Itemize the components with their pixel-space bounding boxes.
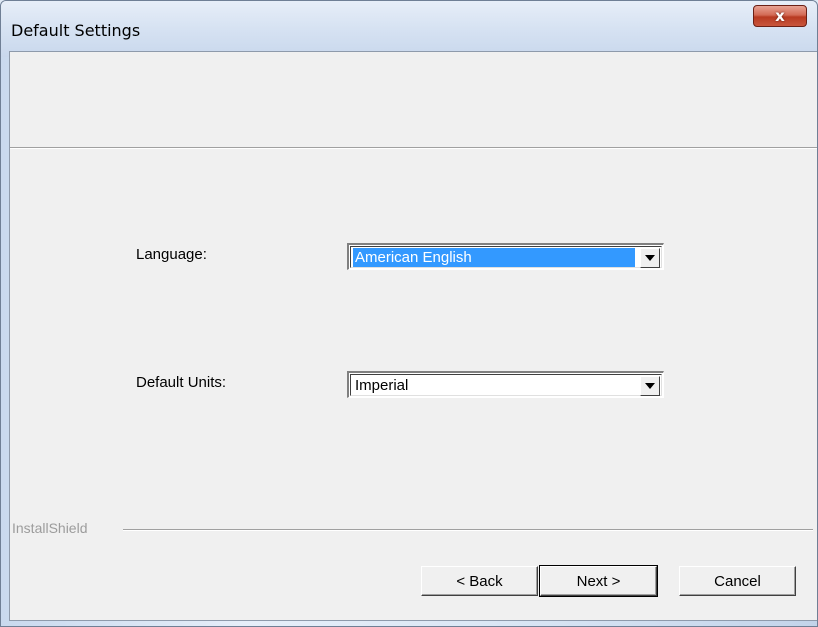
header-divider: [10, 148, 817, 149]
header-panel: [10, 52, 817, 148]
footer-divider: [123, 529, 813, 531]
next-button[interactable]: Next >: [539, 565, 658, 597]
dialog-body: Language: American English Default Units…: [9, 51, 817, 621]
language-dropdown-button[interactable]: [640, 248, 660, 268]
installshield-brand: InstallShield: [12, 520, 88, 536]
units-select[interactable]: Imperial: [347, 371, 664, 398]
chevron-down-icon: [645, 383, 655, 389]
cancel-button[interactable]: Cancel: [679, 566, 796, 596]
title-bar[interactable]: Default Settings x: [1, 1, 817, 57]
language-label: Language:: [136, 246, 207, 263]
back-button[interactable]: < Back: [421, 566, 538, 596]
language-select-value: American English: [353, 248, 635, 267]
close-icon: x: [775, 6, 785, 25]
dialog-window: Default Settings x Language: American En…: [0, 0, 818, 627]
close-button[interactable]: x: [753, 5, 807, 27]
language-select[interactable]: American English: [347, 243, 664, 270]
units-select-value: Imperial: [355, 377, 409, 394]
units-label: Default Units:: [136, 374, 227, 391]
units-dropdown-button[interactable]: [640, 376, 660, 396]
window-title: Default Settings: [11, 21, 141, 40]
chevron-down-icon: [645, 255, 655, 261]
